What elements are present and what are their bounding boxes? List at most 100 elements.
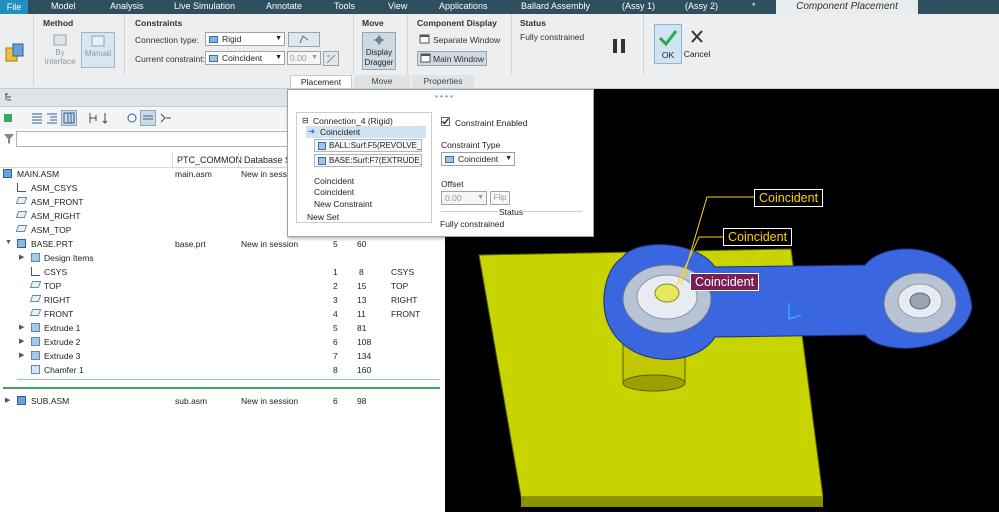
chevron-down-icon: ▼ [477,194,484,201]
reference-2-field[interactable]: BASE:Surf:F7(EXTRUDE_3 [314,154,422,167]
expand-right-icon[interactable]: ▶ [19,323,24,331]
ok-button[interactable]: OK [654,24,682,64]
flip-constraint-button[interactable] [323,51,339,66]
component-display-group-title: Component Display [417,18,497,28]
menu-assy1[interactable]: (Assy 1) [622,1,655,11]
arrow-right-icon: ➔ [308,126,316,136]
collapse-icon[interactable]: ⊟ [302,116,309,125]
tree-row-extrude-3[interactable]: ▶ Extrude 3 7 134 [0,351,445,364]
constraint-offset-input[interactable]: 0.00 ▼ [287,51,321,65]
flip-icon [326,54,336,64]
assembly-icon[interactable] [5,42,25,64]
connection-item[interactable]: Connection_4 (Rigid) [313,116,393,126]
reference-1-field[interactable]: BALL:Surf:F5(REVOLVE_1 [314,139,422,152]
menu-file[interactable]: File [0,0,28,14]
by-interface-button[interactable]: By Interface [42,32,78,68]
tree-row-top[interactable]: TOP 2 15 TOP [0,281,445,294]
connection-type-dropdown[interactable]: Rigid ▼ [205,32,285,46]
display-dragger-button[interactable]: Display Dragger [362,32,396,70]
pause-button[interactable] [608,36,630,56]
sort-icon[interactable] [102,112,114,124]
constraint-item-2[interactable]: Coincident [314,176,354,186]
insert-marker[interactable] [3,387,440,389]
tree-row-right[interactable]: RIGHT 3 13 RIGHT [0,295,445,308]
datum-plane-icon [15,197,28,204]
cancel-button[interactable]: Cancel [683,24,711,64]
menu-annotate[interactable]: Annotate [266,1,302,11]
filter-tree-icon[interactable] [88,112,100,124]
column-ptc-common[interactable]: PTC_COMMON [177,155,242,165]
tab-properties[interactable]: Properties [412,75,474,88]
constraint-item-selected[interactable]: ➔ Coincident [306,126,426,138]
constraint-callout-1[interactable]: Coincident [754,189,824,207]
tree-row-base-prt[interactable]: ▼ BASE.PRT base.prt New in session 5 60 [0,239,445,252]
new-constraint-item[interactable]: New Constraint [314,199,372,209]
separate-window-label: Separate Window [433,35,501,45]
list-icon[interactable] [31,112,43,124]
column-database-status[interactable]: Database S [244,155,291,165]
manual-button[interactable]: Manual [81,32,115,68]
expand-right-icon[interactable]: ▶ [19,337,24,345]
status-text: Fully constrained [520,32,585,42]
tab-placement[interactable]: Placement [290,75,352,88]
tree-row-extrude-2[interactable]: ▶ Extrude 2 6 108 [0,337,445,350]
menu-assy2[interactable]: (Assy 2) [685,1,718,11]
expand-right-icon[interactable]: ▶ [19,253,24,261]
new-set-item[interactable]: New Set [307,212,339,222]
expand-down-icon[interactable]: ▼ [5,239,12,246]
menu-applications[interactable]: Applications [439,1,488,11]
by-interface-label: By Interface [44,48,76,66]
insert-here-divider [17,379,440,380]
chevron-down-icon: ▼ [505,155,512,162]
csys-icon [31,267,40,276]
move-group-title: Move [362,18,384,28]
coincident-icon [445,156,454,163]
tree-row-extrude-1[interactable]: ▶ Extrude 1 5 81 [0,323,445,336]
tree-row-front[interactable]: FRONT 4 11 FRONT [0,309,445,322]
main-window-button[interactable]: Main Window [417,51,487,66]
extrude-icon [31,337,40,346]
separate-window-button[interactable]: Separate Window [417,33,501,47]
expand-right-icon[interactable]: ▶ [19,351,24,359]
show-icon [143,115,153,120]
tree-row-sub-asm[interactable]: ▶ SUB.ASM sub.asm New in session 6 98 [0,396,445,409]
tab-move[interactable]: Move [354,75,410,88]
expand-right-icon[interactable]: ▶ [5,396,10,404]
menu-ballard-assembly[interactable]: Ballard Assembly [521,1,590,11]
current-constraint-value: Coincident [222,53,263,63]
connection-options-button[interactable] [288,32,320,47]
tree-row-chamfer-1[interactable]: Chamfer 1 8 160 [0,365,445,378]
tree-expand-icon[interactable] [46,112,58,124]
constraint-item-3[interactable]: Coincident [314,187,354,197]
menu-live-simulation[interactable]: Live Simulation [174,1,235,11]
check-icon [442,118,450,125]
settings-icon[interactable] [126,112,138,124]
constraint-offset-value: 0.00 [290,53,307,63]
ribbon: Method By Interface Manual Constraints C… [0,14,999,89]
menu-view[interactable]: View [388,1,407,11]
display-dragger-label: Display Dragger [364,48,394,67]
menu-model[interactable]: Model [51,1,76,11]
constraint-callout-2[interactable]: Coincident [723,228,793,246]
menu-star[interactable]: * [752,1,756,11]
status-label: Status [499,207,524,217]
tree-columns-button[interactable] [61,110,77,126]
method-group-title: Method [43,18,74,28]
constraint-type-dropdown[interactable]: Coincident ▼ [441,152,515,166]
highlight-icon[interactable] [160,112,172,124]
tree-icon[interactable] [3,92,15,104]
offset-input[interactable]: 0.00 ▼ [441,191,487,205]
tree-row-csys[interactable]: CSYS 1 8 CSYS [0,267,445,280]
grip-icon[interactable]: • • • • [435,92,453,101]
current-constraint-dropdown[interactable]: Coincident ▼ [205,51,285,65]
constraint-callout-3[interactable]: Coincident [690,273,760,291]
constraint-enabled-checkbox[interactable] [441,117,450,126]
tree-row-design-items[interactable]: ▶ Design Items [0,253,445,266]
show-button[interactable] [140,110,156,126]
flip-button[interactable]: Flip [490,191,510,205]
extrude-icon [31,323,40,332]
tab-component-placement[interactable]: Component Placement [776,0,918,14]
layer-icon[interactable] [3,113,13,123]
menu-tools[interactable]: Tools [334,1,355,11]
menu-analysis[interactable]: Analysis [110,1,144,11]
